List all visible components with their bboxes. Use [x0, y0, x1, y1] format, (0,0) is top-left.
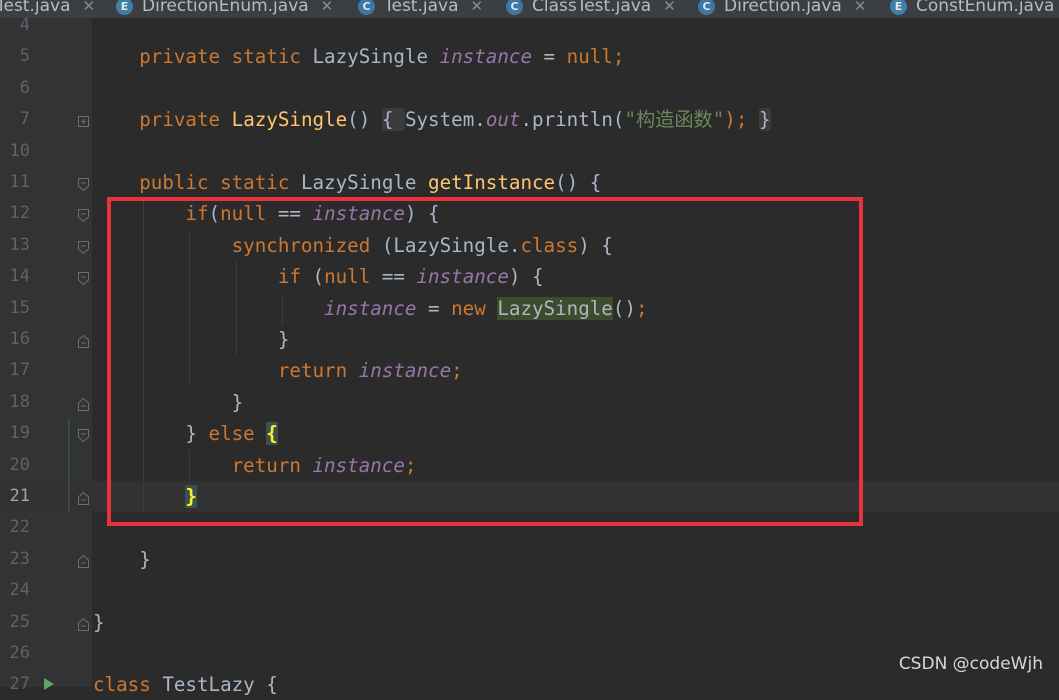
code-token: () { — [555, 171, 602, 194]
fold-marker-icon[interactable] — [78, 616, 89, 631]
code-text: class TestLazy { — [93, 669, 278, 700]
code-line[interactable]: 4 — [0, 10, 1059, 41]
code-token: .println( — [520, 108, 625, 132]
code-line[interactable]: 25} — [0, 607, 1059, 638]
code-line[interactable]: 24 — [0, 575, 1059, 606]
line-number: 12 — [9, 203, 30, 224]
code-line[interactable]: 5 private static LazySingle instance = n… — [0, 41, 1059, 72]
line-number: 25 — [9, 611, 30, 632]
code-text: private LazySingle() { System.out.printl… — [93, 104, 771, 135]
code-line[interactable]: 11 public static LazySingle getInstance(… — [0, 167, 1059, 198]
fold-marker-icon[interactable] — [78, 427, 89, 443]
code-line[interactable]: 10 — [0, 136, 1059, 167]
fold-marker-icon[interactable] — [78, 396, 89, 411]
code-token: out — [485, 108, 521, 132]
code-token: private static — [139, 45, 313, 69]
line-number: 23 — [9, 548, 30, 569]
fold-marker-icon[interactable] — [78, 207, 89, 223]
code-token: instance — [439, 45, 532, 69]
line-number: 14 — [9, 266, 30, 287]
fold-marker-icon[interactable] — [78, 553, 89, 568]
fold-marker-icon[interactable] — [78, 333, 89, 348]
code-token: System. — [404, 108, 486, 132]
line-number: 21 — [9, 486, 30, 506]
line-number: 11 — [9, 172, 30, 192]
vcs-change-marker[interactable] — [68, 418, 70, 513]
code-text: } — [93, 607, 105, 638]
fold-marker-icon[interactable] — [78, 239, 89, 254]
watermark: CSDN @codeWjh — [898, 654, 1043, 674]
line-number: 16 — [9, 329, 30, 349]
line-number: 20 — [9, 454, 30, 475]
line-number: 6 — [19, 77, 30, 98]
code-text: } — [93, 544, 151, 575]
fold-marker-icon[interactable] — [78, 270, 89, 286]
line-number: 4 — [19, 15, 30, 35]
line-number: 5 — [19, 46, 30, 67]
line-number: 22 — [9, 517, 30, 538]
line-number: 18 — [9, 391, 30, 412]
code-token: public static — [139, 171, 301, 194]
fold-marker-icon[interactable] — [78, 113, 89, 128]
code-text: public static LazySingle getInstance() { — [93, 167, 601, 198]
line-number: 24 — [9, 580, 30, 601]
code-token: ; — [612, 45, 625, 69]
code-token: LazySingle — [231, 108, 348, 132]
line-number: 15 — [9, 297, 30, 318]
run-gutter-icon[interactable] — [44, 678, 54, 690]
line-number: 27 — [9, 674, 30, 695]
code-token: "构造函数" — [624, 108, 725, 132]
line-number: 13 — [9, 234, 30, 255]
code-token: TestLazy { — [162, 673, 278, 697]
line-number: 17 — [9, 360, 30, 381]
code-token: class — [93, 673, 163, 697]
code-token: private — [139, 108, 232, 132]
code-line[interactable]: 23 } — [0, 544, 1059, 575]
line-number: 26 — [9, 643, 30, 663]
code-token: getInstance — [428, 171, 556, 194]
code-token: LazySingle — [300, 171, 429, 194]
code-token: } — [758, 108, 771, 132]
line-number: 19 — [9, 423, 30, 444]
line-number: 10 — [9, 140, 30, 161]
code-text: private static LazySingle instance = nul… — [93, 41, 624, 72]
code-token: } — [93, 547, 151, 571]
code-token: ); — [724, 108, 748, 132]
code-token: } — [93, 610, 105, 634]
code-token: = — [532, 45, 567, 69]
code-token: () — [347, 108, 382, 132]
code-line[interactable]: 6 — [0, 73, 1059, 104]
highlight-annotation-box — [107, 197, 863, 526]
code-token: null — [566, 45, 613, 69]
fold-marker-icon[interactable] — [78, 490, 89, 505]
line-number: 7 — [19, 109, 30, 130]
fold-marker-icon[interactable] — [78, 176, 89, 192]
code-line[interactable]: 7 private LazySingle() { System.out.prin… — [0, 104, 1059, 135]
code-token: LazySingle — [312, 45, 440, 69]
code-token: { — [381, 108, 405, 132]
